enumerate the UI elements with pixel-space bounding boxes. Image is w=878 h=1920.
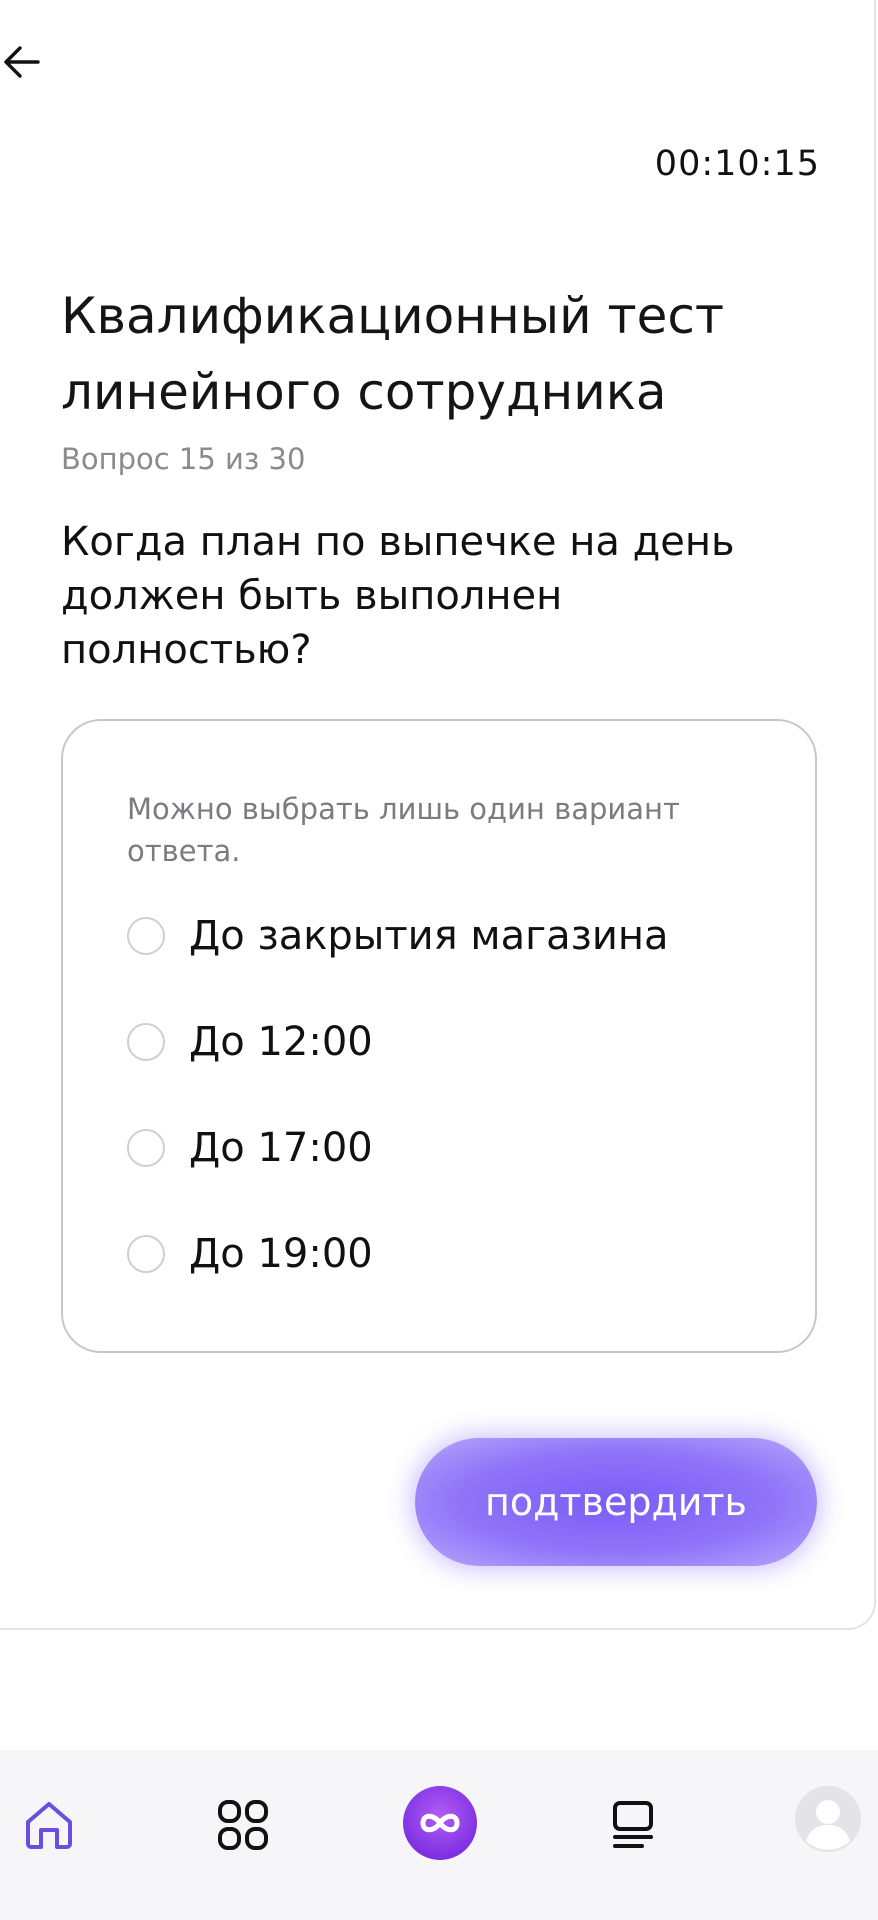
back-button[interactable] [0,40,44,84]
answer-option[interactable]: До закрытия магазина [127,913,669,959]
nav-profile[interactable] [794,1785,862,1853]
nav-home[interactable] [14,1790,84,1860]
radio-button[interactable] [127,1023,165,1061]
answer-option[interactable]: До 12:00 [127,1019,373,1065]
confirm-button[interactable]: подтвердить [415,1438,817,1566]
timer: 00:10:15 [654,144,820,184]
answer-options-box: Можно выбрать лишь один вариант ответа. … [61,719,817,1353]
arrow-left-icon [4,46,40,78]
answer-option-label: До 12:00 [189,1019,373,1065]
infinity-icon [403,1786,477,1860]
radio-button[interactable] [127,1235,165,1273]
nav-catalog[interactable] [208,1790,278,1860]
grid-icon [218,1800,268,1850]
nav-center[interactable] [401,1784,479,1862]
question-progress: Вопрос 15 из 30 [61,442,306,476]
question-text: Когда план по выпечке на день должен быт… [61,519,735,673]
content-card: 00:10:15 Квалификационный тест линейного… [0,0,876,1630]
answer-option-label: До закрытия магазина [189,913,669,959]
test-title: Квалификационный тест линейного сотрудни… [61,287,725,421]
answer-option-label: До 19:00 [189,1231,373,1277]
radio-button[interactable] [127,1129,165,1167]
answer-option[interactable]: До 19:00 [127,1231,373,1277]
answer-hint: Можно выбрать лишь один вариант ответа. [127,792,680,868]
home-icon [26,1802,72,1849]
nav-courses[interactable] [598,1790,668,1860]
radio-button[interactable] [127,917,165,955]
bottom-navigation [0,1750,878,1920]
courses-icon [613,1801,653,1848]
answer-option-label: До 17:00 [189,1125,373,1171]
profile-avatar-icon [795,1786,861,1852]
answer-option[interactable]: До 17:00 [127,1125,373,1171]
